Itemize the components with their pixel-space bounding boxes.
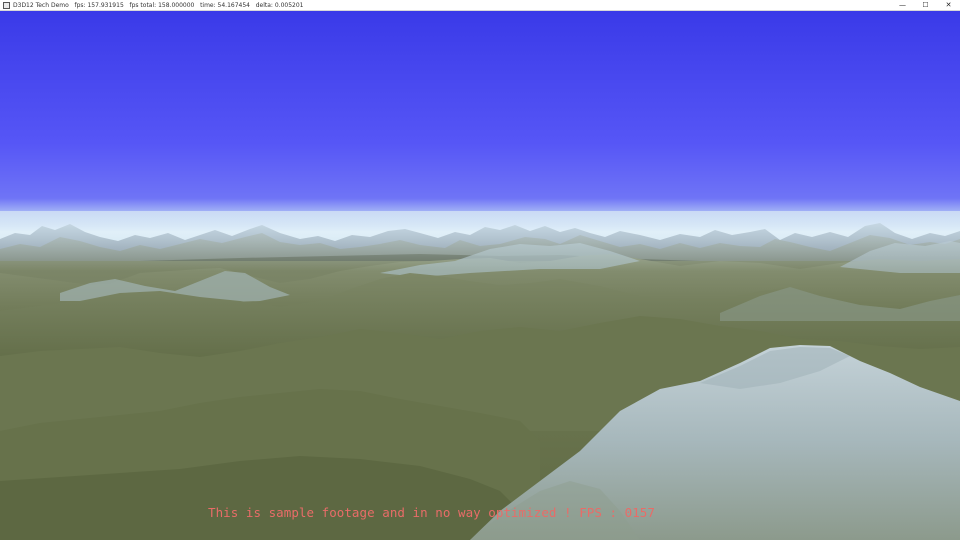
title-bar[interactable]: D3D12 Tech Demo fps: 157.931915 fps tota…	[0, 0, 960, 11]
render-viewport[interactable]	[0, 11, 960, 540]
terrain-scene	[0, 11, 960, 540]
minimize-button[interactable]: —	[891, 0, 914, 11]
window-controls: — ☐ ✕	[891, 0, 960, 11]
window-title: D3D12 Tech Demo	[13, 1, 69, 9]
horizon-haze	[0, 211, 960, 271]
performance-overlay: This is sample footage and in no way opt…	[208, 505, 655, 520]
window-stats: fps: 157.931915 fps total: 158.000000 ti…	[74, 1, 304, 9]
app-window: D3D12 Tech Demo fps: 157.931915 fps tota…	[0, 0, 960, 540]
maximize-button[interactable]: ☐	[914, 0, 937, 11]
close-button[interactable]: ✕	[937, 0, 960, 11]
app-icon	[3, 1, 10, 9]
